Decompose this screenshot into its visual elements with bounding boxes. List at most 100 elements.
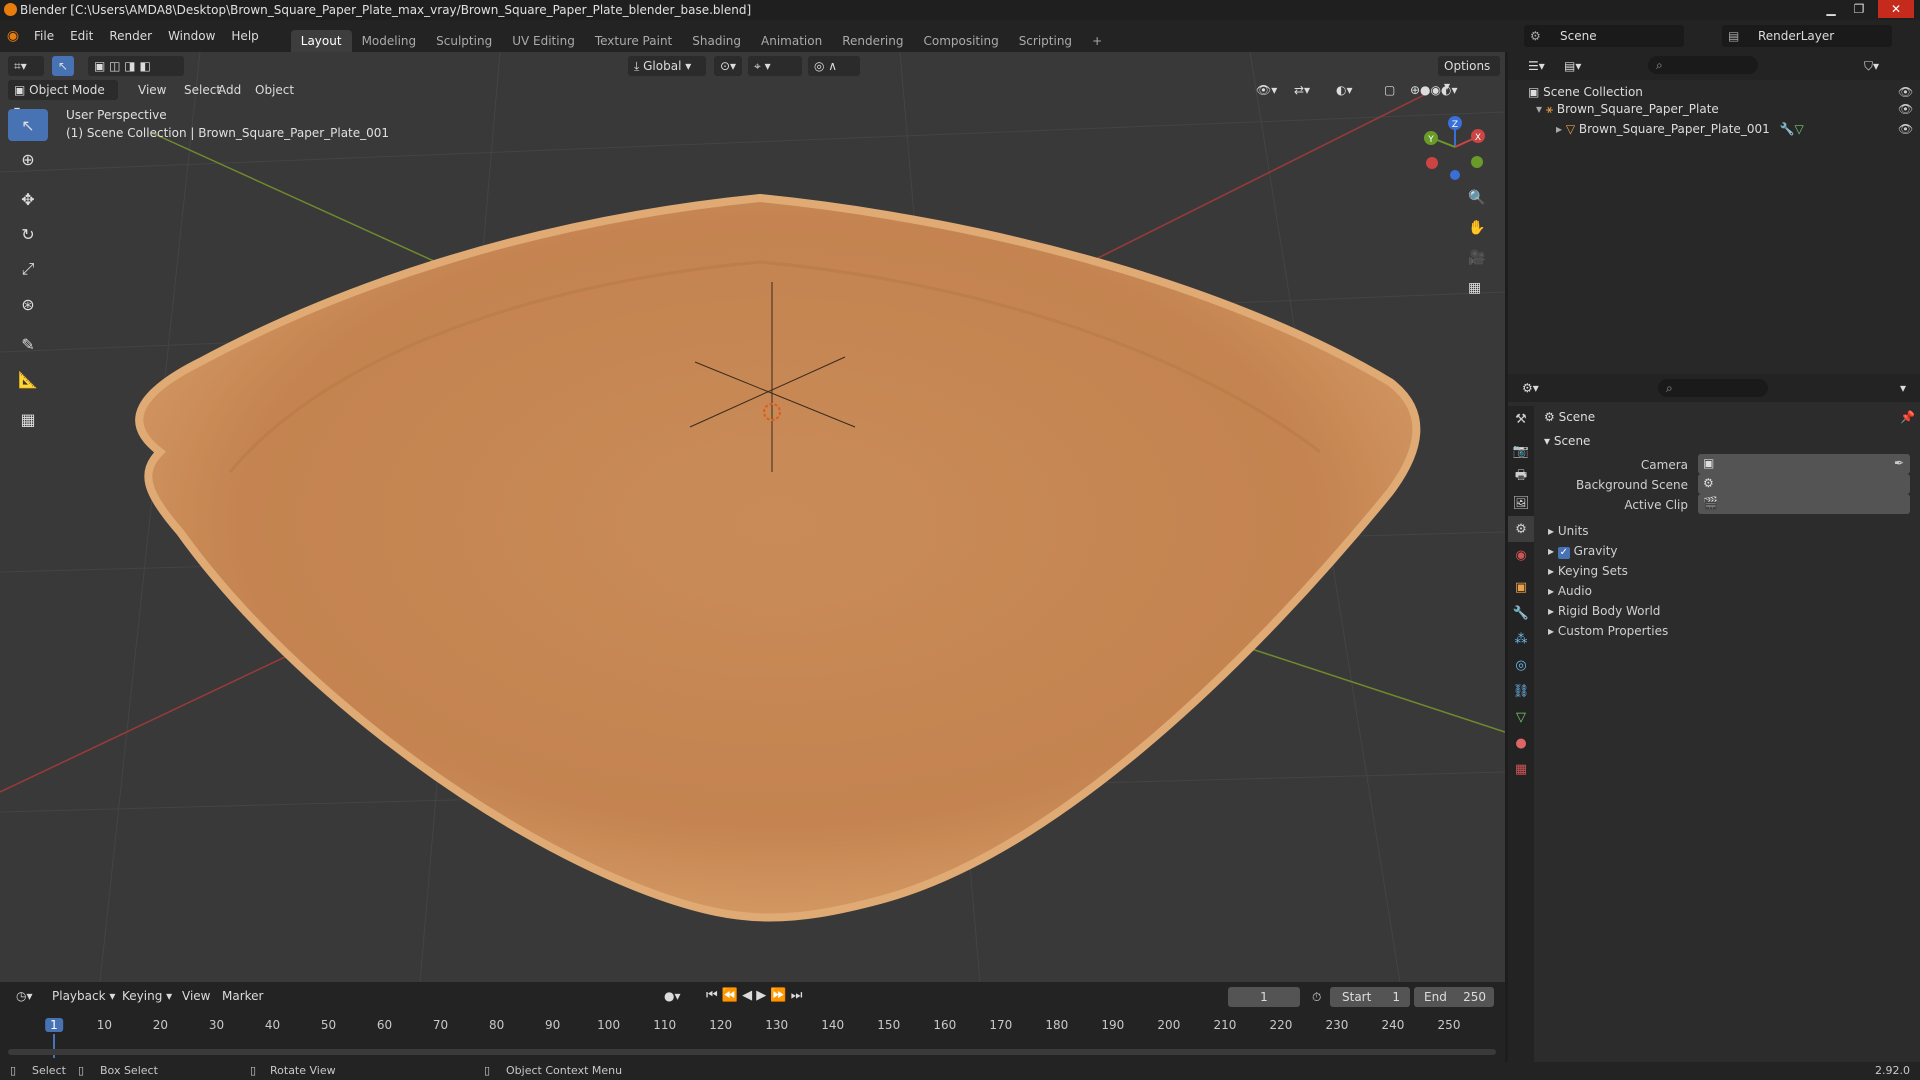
particles-tab-icon[interactable]: ⁂ <box>1508 626 1534 652</box>
tab-modeling[interactable]: Modeling <box>352 30 427 52</box>
gravity-panel[interactable]: ▸ ✓ Gravity <box>1548 544 1618 559</box>
tab-texture-paint[interactable]: Texture Paint <box>585 30 682 52</box>
tab-sculpting[interactable]: Sculpting <box>426 30 502 52</box>
overlay-toggle-icon[interactable]: ◐▾ <box>1330 80 1359 100</box>
object-tab-icon[interactable]: ▣ <box>1508 574 1534 600</box>
tab-scripting[interactable]: Scripting <box>1009 30 1082 52</box>
tab-layout[interactable]: Layout <box>290 30 352 52</box>
physics-tab-icon[interactable]: ◎ <box>1508 652 1534 678</box>
ortho-grid-icon[interactable]: ▦ <box>1468 280 1481 296</box>
visibility-icon[interactable]: 👁▾ <box>1250 80 1283 100</box>
viewport-menu-object[interactable]: Object <box>249 80 300 100</box>
outliner-root[interactable]: ▣ Scene Collection <box>1528 85 1643 99</box>
render-tab-icon[interactable]: 📷 <box>1508 438 1534 464</box>
tool-move[interactable]: ✥ <box>8 183 48 215</box>
add-workspace-button[interactable]: + <box>1082 30 1112 52</box>
tab-compositing[interactable]: Compositing <box>913 30 1008 52</box>
output-tab-icon[interactable]: 🖶 <box>1508 464 1534 490</box>
active-clip-field[interactable]: 🎬 <box>1698 494 1910 514</box>
tool-add-cube[interactable]: ▦ <box>8 403 48 435</box>
blender-menu-icon[interactable]: ◉ <box>0 28 26 44</box>
world-tab-icon[interactable]: ◉ <box>1508 542 1534 568</box>
gravity-checkbox[interactable]: ✓ <box>1557 547 1570 559</box>
material-tab-icon[interactable]: ● <box>1508 730 1534 756</box>
options-dropdown[interactable]: Options ▾ <box>1438 56 1500 93</box>
tool-rotate[interactable]: ↻ <box>8 218 48 250</box>
maximize-button[interactable]: ❐ <box>1846 0 1872 18</box>
data-tab-icon[interactable]: ▽ <box>1508 704 1534 730</box>
select-tool-icon[interactable]: ↖ <box>52 56 74 76</box>
menu-window[interactable]: Window <box>160 20 223 52</box>
pan-hand-icon[interactable]: ✋ <box>1468 220 1485 236</box>
pivot-icon[interactable]: ⊙▾ <box>714 56 742 76</box>
snap-icon[interactable]: ⌖ ▾ <box>748 56 802 76</box>
tool-transform[interactable]: ⊛ <box>8 288 48 320</box>
minimize-button[interactable]: ▁ <box>1818 0 1844 18</box>
outliner-editor-icon[interactable]: ☰▾ <box>1522 56 1551 76</box>
menu-render[interactable]: Render <box>101 20 160 52</box>
tab-rendering[interactable]: Rendering <box>832 30 913 52</box>
tool-cursor[interactable]: ⊕ <box>8 143 48 175</box>
menu-file[interactable]: File <box>26 20 62 52</box>
view-layer-tab-icon[interactable]: 🖼 <box>1508 490 1534 516</box>
scene-selector[interactable]: ⚙ Scene <box>1524 25 1684 47</box>
timeline-scrollbar[interactable] <box>8 1049 1496 1055</box>
tool-measure[interactable]: 📐 <box>8 363 48 395</box>
timeline[interactable]: ◷▾ Playback ▾ Keying ▾ View Marker ●▾ ⏮ … <box>0 982 1505 1062</box>
modifier-tab-icon[interactable]: 🔧 <box>1508 600 1534 626</box>
tool-tab-icon[interactable]: ⚒ <box>1508 406 1534 432</box>
properties-options-icon[interactable]: ▾ <box>1894 378 1912 398</box>
eyedropper-icon[interactable]: ✒ <box>1894 456 1904 470</box>
render-layer-selector[interactable]: ▤ RenderLayer <box>1722 25 1892 47</box>
outliner[interactable]: ☰▾ ▤▾ ⌕ ⛉▾ ▣ Scene Collection ▾ ⚹ Brown_… <box>1508 52 1920 372</box>
navigation-gizmo[interactable]: Z X Y <box>1415 112 1485 182</box>
units-panel[interactable]: ▸ Units <box>1548 524 1589 538</box>
visibility-eye-icon-3[interactable]: 👁 <box>1898 122 1913 136</box>
visibility-eye-icon[interactable]: 👁 <box>1898 85 1913 99</box>
outliner-search-input[interactable]: ⌕ <box>1648 56 1758 74</box>
select-mode-icons[interactable]: ▣ ◫ ◨ ◧ <box>88 56 184 76</box>
3d-viewport[interactable]: ⌗▾ ↖ ▣ ◫ ◨ ◧ ⤓ Global ▾ ⊙▾ ⌖ ▾ ◎ ∧ Optio… <box>0 52 1505 982</box>
editor-type-icon[interactable]: ⌗▾ <box>8 56 44 76</box>
zoom-icon[interactable]: 🔍 <box>1468 190 1485 206</box>
camera-field[interactable]: ▣ ✒ <box>1698 454 1910 474</box>
visibility-eye-icon-2[interactable]: 👁 <box>1898 102 1913 116</box>
tool-scale[interactable]: ⤢ <box>8 253 48 285</box>
rigid-body-panel[interactable]: ▸ Rigid Body World <box>1548 604 1660 618</box>
menu-edit[interactable]: Edit <box>62 20 101 52</box>
texture-tab-icon[interactable]: ▦ <box>1508 756 1534 782</box>
camera-view-icon[interactable]: 🎥 <box>1468 250 1485 266</box>
background-scene-field[interactable]: ⚙ <box>1698 474 1910 494</box>
viewport-menu-add[interactable]: Add <box>212 80 247 100</box>
properties-search-input[interactable]: ⌕ <box>1658 379 1768 397</box>
tab-animation[interactable]: Animation <box>751 30 832 52</box>
audio-panel[interactable]: ▸ Audio <box>1548 584 1592 598</box>
transform-orientation-dropdown[interactable]: ⤓ Global ▾ <box>628 56 706 76</box>
paper-plate-mesh[interactable] <box>135 193 1421 922</box>
outliner-item-collection[interactable]: ▾ ⚹ Brown_Square_Paper_Plate <box>1536 102 1719 117</box>
playhead-frame-indicator[interactable]: 1 <box>45 1018 63 1032</box>
scene-tab-icon[interactable]: ⚙ <box>1508 516 1534 542</box>
custom-properties-panel[interactable]: ▸ Custom Properties <box>1548 624 1668 638</box>
shading-mode-icons[interactable]: ⊕●◉◐▾ <box>1404 80 1464 100</box>
outliner-item-mesh[interactable]: ▸ ▽ Brown_Square_Paper_Plate_001 🔧▽ <box>1556 122 1804 136</box>
tab-shading[interactable]: Shading <box>682 30 751 52</box>
pin-icon[interactable]: 📌 <box>1900 410 1915 424</box>
properties-editor[interactable]: ⚙▾ ⌕ ▾ ⚒ 📷 🖶 🖼 ⚙ ◉ ▣ 🔧 ⁂ ◎ ⛓ ▽ ● ▦ ⚙ Sce… <box>1508 374 1920 1062</box>
menu-help[interactable]: Help <box>223 20 266 52</box>
viewport-menu-view[interactable]: View <box>132 80 172 100</box>
close-button[interactable]: ✕ <box>1878 0 1914 18</box>
proportional-edit-icon[interactable]: ◎ ∧ <box>808 56 860 76</box>
outliner-display-icon[interactable]: ▤▾ <box>1558 56 1587 76</box>
outliner-filter-icon[interactable]: ⛉▾ <box>1858 56 1885 76</box>
tool-select-box[interactable]: ↖ <box>8 109 48 141</box>
tab-uv-editing[interactable]: UV Editing <box>502 30 585 52</box>
object-mode-dropdown[interactable]: ▣ Object Mode ▾ <box>8 80 118 117</box>
keying-sets-panel[interactable]: ▸ Keying Sets <box>1548 564 1628 578</box>
xray-icon[interactable]: ▢ <box>1378 80 1401 100</box>
scene-panel-header[interactable]: ▾ Scene <box>1544 434 1590 448</box>
constraints-tab-icon[interactable]: ⛓ <box>1508 678 1534 704</box>
gizmo-toggle-icon[interactable]: ⇄▾ <box>1288 80 1316 100</box>
properties-editor-icon[interactable]: ⚙▾ <box>1516 378 1545 398</box>
tool-annotate[interactable]: ✎ <box>8 328 48 360</box>
